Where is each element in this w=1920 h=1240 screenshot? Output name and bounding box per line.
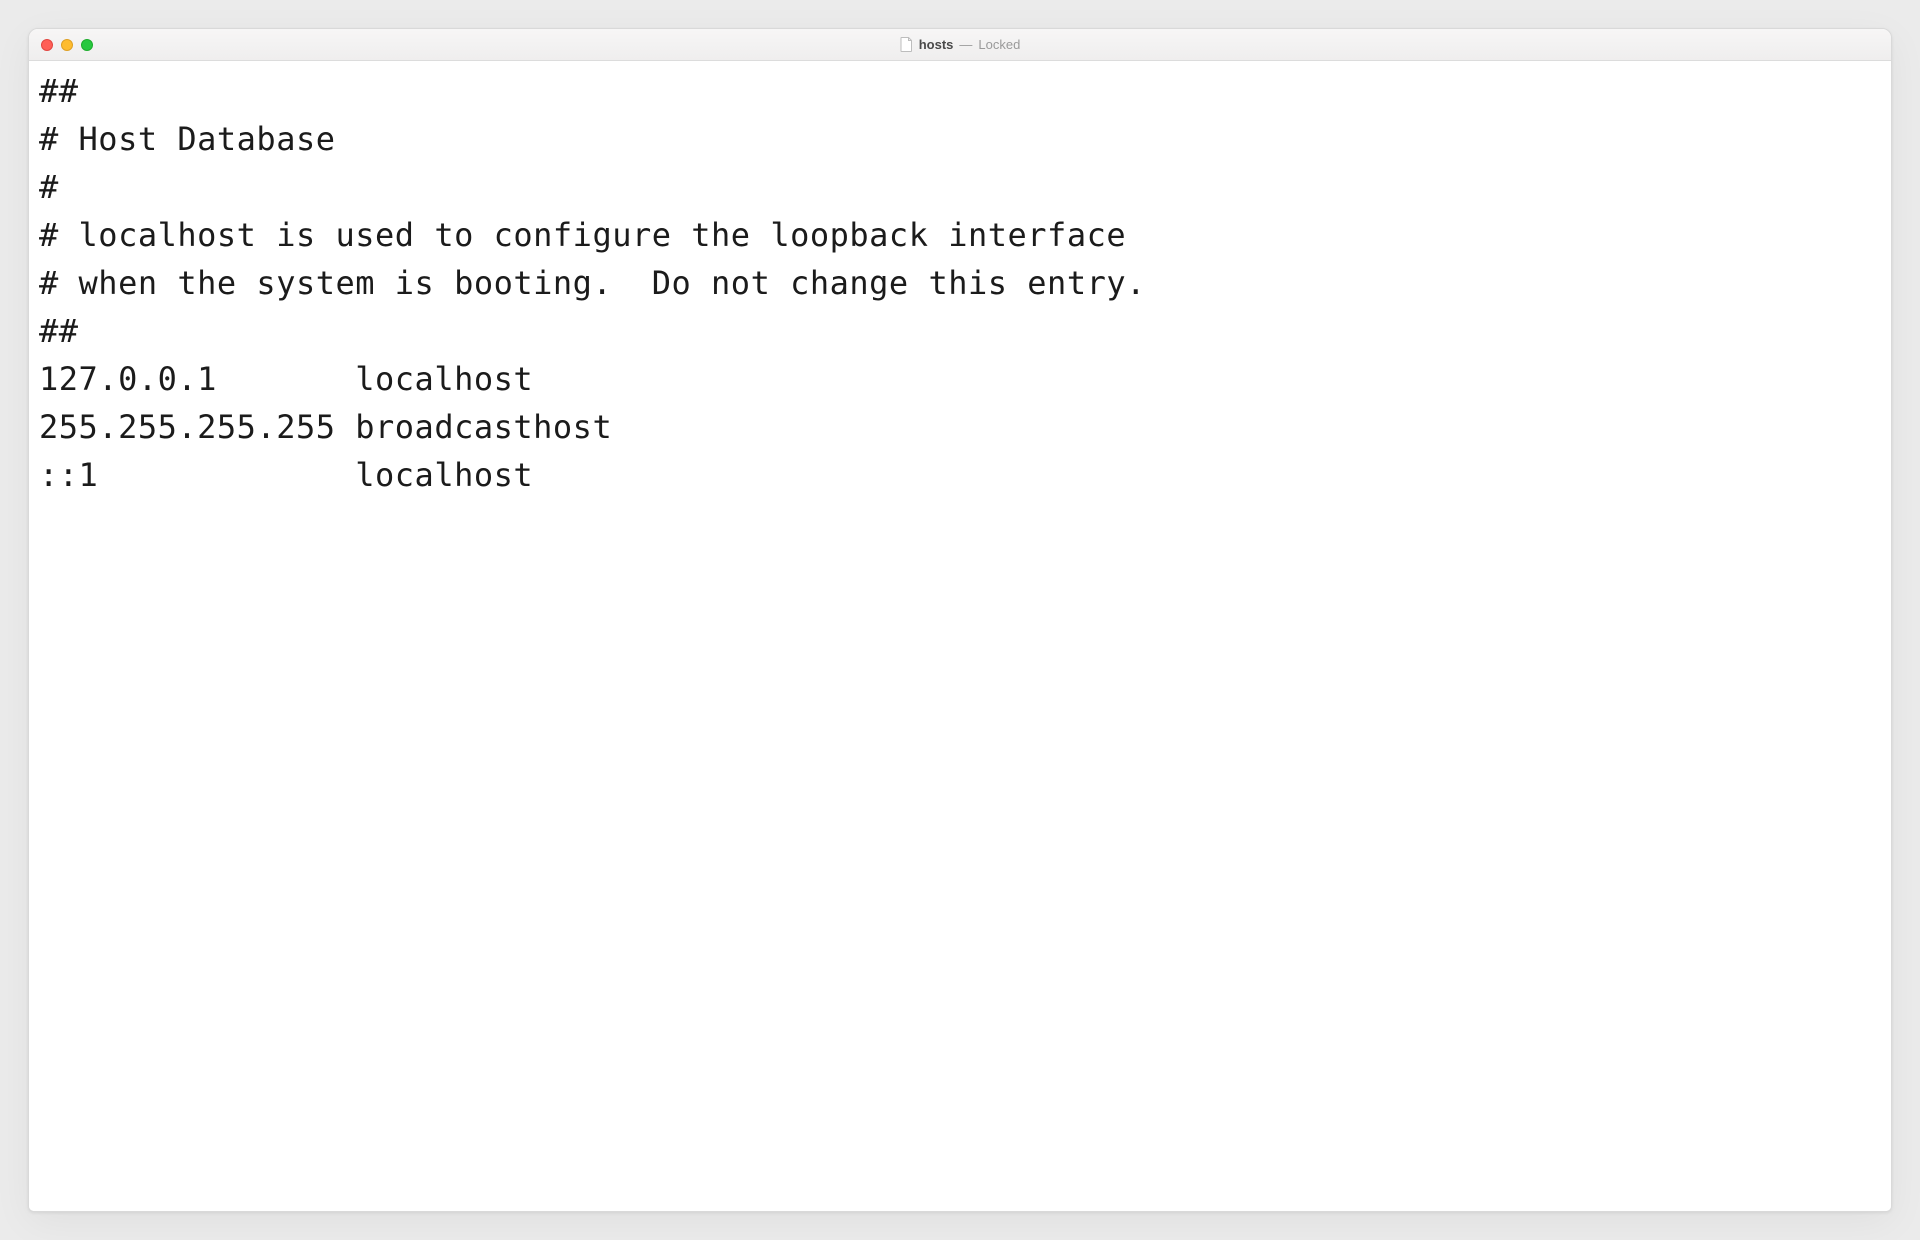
minimize-button[interactable] [61,39,73,51]
editor-content-area[interactable]: ## # Host Database # # localhost is used… [29,61,1891,1211]
close-button[interactable] [41,39,53,51]
title-separator: — [959,37,972,52]
window-controls [29,39,93,51]
filename-label: hosts [919,37,954,52]
window-title: hosts — Locked [29,37,1891,52]
maximize-button[interactable] [81,39,93,51]
file-text: ## # Host Database # # localhost is used… [39,67,1881,499]
document-icon [900,37,913,52]
lock-status-label: Locked [978,37,1020,52]
editor-window: hosts — Locked ## # Host Database # # lo… [28,28,1892,1212]
titlebar[interactable]: hosts — Locked [29,29,1891,61]
